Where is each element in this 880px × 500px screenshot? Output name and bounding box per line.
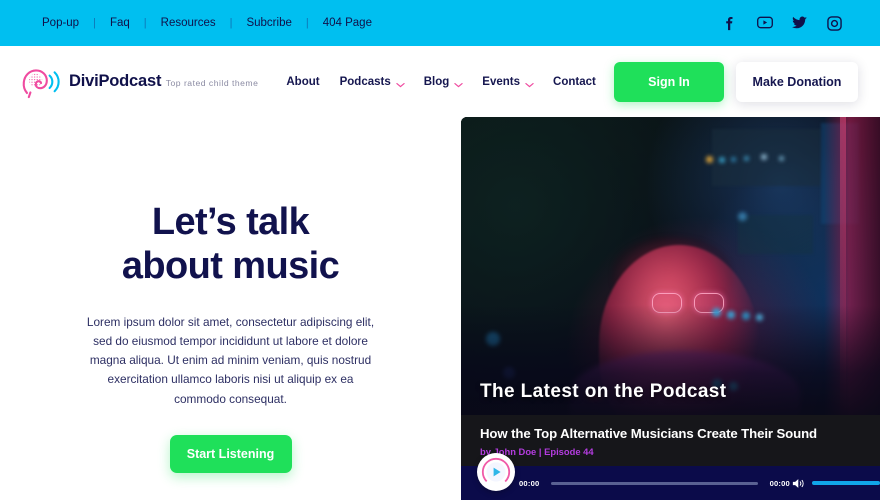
- nav-label: About: [286, 75, 320, 88]
- sign-in-button[interactable]: Sign In: [614, 61, 724, 102]
- episode-meta-block: How the Top Alternative Musicians Create…: [461, 415, 880, 466]
- start-listening-button[interactable]: Start Listening: [169, 434, 292, 473]
- cover-bokeh: [718, 157, 725, 164]
- hero-section: Let’s talk about music Lorem ipsum dolor…: [0, 117, 880, 500]
- brand-logo[interactable]: DiviPodcast Top rated child theme: [18, 63, 258, 101]
- top-link-popup[interactable]: Pop-up: [28, 17, 93, 29]
- header-actions: Sign In Make Donation: [614, 61, 858, 102]
- top-link-404-page[interactable]: 404 Page: [309, 17, 386, 29]
- top-link-separator: |: [143, 16, 147, 29]
- audio-player: 00:00 00:00: [461, 453, 880, 500]
- nav-item-about[interactable]: About: [286, 76, 319, 88]
- top-link-subcribe[interactable]: Subcribe: [232, 17, 305, 29]
- hero-title-line2: about music: [121, 245, 340, 288]
- cover-bokeh: [760, 154, 767, 161]
- volume-icon[interactable]: [792, 477, 806, 490]
- top-bar-links: Pop-up | Faq | Resources | Subcribe | 40…: [28, 17, 386, 29]
- top-link-resources[interactable]: Resources: [147, 17, 230, 29]
- latest-podcast-card: The Latest on the Podcast How the Top Al…: [461, 117, 880, 500]
- top-link-separator: |: [93, 16, 96, 29]
- social-links: [722, 15, 858, 31]
- page-title: Let’s talk about music: [121, 200, 340, 288]
- facebook-icon[interactable]: [722, 16, 737, 31]
- youtube-icon[interactable]: [757, 16, 773, 31]
- hero-copy: Let’s talk about music Lorem ipsum dolor…: [0, 117, 461, 500]
- chevron-down-icon: [396, 79, 405, 88]
- nav-label: Blog: [423, 75, 450, 88]
- brand-text: DiviPodcast Top rated child theme: [69, 71, 259, 91]
- episode-byline: by John Doe | Episode 44: [480, 446, 594, 457]
- current-time: 00:00: [519, 478, 540, 488]
- top-link-separator: |: [229, 16, 233, 29]
- site-header: DiviPodcast Top rated child theme About …: [0, 46, 880, 117]
- hero-paragraph: Lorem ipsum dolor sit amet, consectetur …: [86, 315, 375, 406]
- cover-bokeh: [743, 155, 749, 161]
- cover-shelf: [737, 215, 813, 255]
- nav-item-podcasts[interactable]: Podcasts: [339, 75, 405, 88]
- ear-soundwave-icon: [18, 63, 60, 101]
- cover-caption: The Latest on the Podcast: [480, 381, 727, 402]
- nav-label: Contact: [553, 75, 596, 88]
- main-nav: About Podcasts Blog Events Contact: [286, 76, 595, 88]
- make-donation-button[interactable]: Make Donation: [736, 61, 858, 102]
- nav-label: Podcasts: [339, 75, 391, 88]
- nav-item-blog[interactable]: Blog: [424, 76, 463, 88]
- chevron-down-icon: [454, 79, 463, 88]
- progress-slider[interactable]: [551, 481, 758, 485]
- volume-slider[interactable]: [812, 481, 880, 485]
- cover-shelf: [712, 128, 822, 186]
- instagram-icon[interactable]: [827, 15, 842, 31]
- nav-item-events[interactable]: Events: [482, 75, 534, 88]
- brand-tagline: Top rated child theme: [165, 77, 259, 88]
- cover-bokeh: [737, 212, 747, 222]
- episode-title[interactable]: How the Top Alternative Musicians Create…: [480, 426, 861, 441]
- top-bar: Pop-up | Faq | Resources | Subcribe | 40…: [0, 0, 880, 46]
- hero-title-line1: Let’s talk: [151, 201, 310, 243]
- nav-label: Events: [482, 75, 521, 88]
- brand-name: DiviPodcast: [69, 71, 162, 90]
- chevron-down-icon: [525, 79, 534, 88]
- top-link-faq[interactable]: Faq: [96, 17, 144, 29]
- duration-time: 00:00: [769, 478, 790, 488]
- nav-item-contact[interactable]: Contact: [553, 76, 596, 88]
- play-icon[interactable]: [477, 453, 515, 491]
- cover-bokeh: [706, 155, 714, 163]
- twitter-icon[interactable]: [792, 15, 807, 31]
- podcast-cover-image: The Latest on the Podcast: [461, 117, 880, 415]
- top-link-separator: |: [305, 16, 309, 29]
